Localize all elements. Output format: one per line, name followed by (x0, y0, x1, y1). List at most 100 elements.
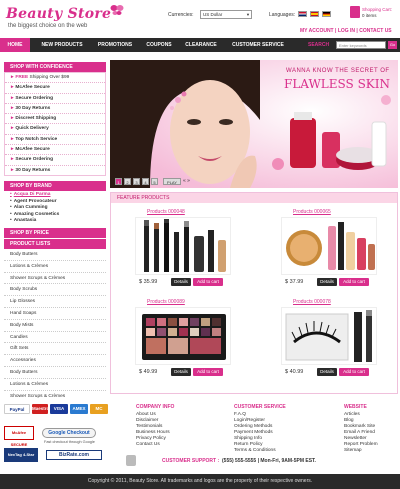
confidence-item: ▸ Top Notch Service (5, 135, 105, 146)
product-list-link[interactable]: Shower Scrups & Crèmes (4, 273, 106, 285)
chevron-down-icon: ▼ (246, 12, 250, 17)
details-button[interactable]: Details (317, 278, 337, 286)
payment-methods: PayPal Maestro VISA AMEX MC (4, 404, 108, 418)
hero-banner[interactable]: WANNA KNOW THE SECRET OF FLAWLESS SKIN (110, 60, 398, 188)
footer-link[interactable]: Business Hours (136, 430, 170, 435)
footer-link[interactable]: Report Problem (344, 442, 378, 447)
flag-de-icon[interactable] (322, 11, 331, 17)
product-image[interactable] (281, 307, 377, 365)
nav-clearance[interactable]: CLEARANCE (180, 38, 222, 52)
mcafee-badge[interactable]: McAfee SECURE (4, 426, 34, 447)
product-lists: Body Butters Lotions & Crèmes Shower Scr… (4, 249, 106, 399)
product-name[interactable]: Products 000048 (147, 209, 185, 215)
shopping-bag-icon (350, 6, 360, 18)
product-list-link[interactable]: Body Butters (4, 249, 106, 261)
details-button[interactable]: Details (171, 278, 191, 286)
footer-link[interactable]: Login/Register (234, 418, 265, 423)
confidence-item: ▸ 30 Day Returns (11, 167, 51, 173)
footer-link[interactable]: Payment Methods (234, 430, 273, 435)
details-button[interactable]: Details (171, 368, 191, 376)
footer-link[interactable]: Blog (344, 418, 354, 423)
search-input[interactable]: Enter keywords (336, 41, 386, 49)
footer-link[interactable]: F.A.Q (234, 412, 246, 417)
footer-link[interactable]: Shipping Info (234, 436, 262, 441)
contact-us-link[interactable]: CONTACT US (359, 28, 391, 34)
logo-text: Beauty Store (6, 6, 112, 22)
footer-link[interactable]: About Us (136, 412, 156, 417)
search-go-button[interactable]: Go (388, 41, 397, 49)
logo-tagline: the biggest choice on the web (8, 23, 88, 29)
product-name[interactable]: Products 000089 (147, 299, 185, 305)
banner-page-2[interactable]: 2 (124, 178, 131, 185)
account-links: MY ACCOUNT | LOG IN | CONTACT US (300, 28, 392, 34)
nextag-badge[interactable]: NexTag 4-Star Seller (4, 448, 38, 471)
product-card: Products 000048 $ 35.99 Details Add to c… (115, 209, 249, 297)
currency-select[interactable]: US Dollar ▼ (200, 10, 252, 19)
footer-link[interactable]: Articles (344, 412, 360, 417)
flag-es-icon[interactable] (310, 11, 319, 17)
product-list-link[interactable]: Gift Sets (4, 343, 106, 356)
product-image[interactable] (135, 217, 231, 275)
product-lists-heading: PRODUCT LISTS (4, 239, 106, 249)
footer-link[interactable]: Newsletter (344, 436, 367, 441)
brand-link[interactable]: • Anastasia (4, 218, 106, 225)
product-list-link[interactable]: Lip Glosses (4, 296, 106, 308)
add-to-cart-button[interactable]: Add to cart (193, 368, 223, 376)
nav-customer-service[interactable]: CUSTOMER SERVICE (226, 38, 290, 52)
nav-promotions[interactable]: PROMOTIONS (92, 38, 138, 52)
add-to-cart-button[interactable]: Add to cart (339, 368, 369, 376)
banner-page-5[interactable]: 5 (151, 178, 158, 185)
flag-en-icon[interactable] (298, 11, 307, 17)
shopping-cart[interactable]: Shopping Cart: 0 items (350, 5, 396, 21)
nav-new-products[interactable]: NEW PRODUCTS (36, 38, 88, 52)
cart-count: 0 items (362, 13, 377, 18)
product-image[interactable] (135, 307, 231, 365)
product-list-link[interactable]: Accessories (4, 355, 106, 367)
footer-link[interactable]: Disclaimer (136, 418, 158, 423)
confidence-item: ▸ FREE Shipping Over $99 (5, 73, 105, 84)
nav-home[interactable]: HOME (0, 38, 30, 52)
product-list-link[interactable]: Body Mists (4, 320, 106, 332)
footer-link[interactable]: Contact Us (136, 442, 160, 447)
banner-headline: FLAWLESS SKIN (284, 77, 391, 91)
store-logo[interactable]: Beauty Store the biggest choice on the w… (6, 5, 126, 36)
footer-link[interactable]: Privacy Policy (136, 436, 166, 441)
product-image[interactable] (281, 217, 377, 275)
product-list-link[interactable]: Hand Soaps (4, 308, 106, 320)
bizrate-badge[interactable]: BizRate.com (46, 450, 102, 460)
add-to-cart-button[interactable]: Add to cart (339, 278, 369, 286)
currencies-label: Currencies: (168, 12, 194, 18)
footer-link[interactable]: Return Policy (234, 442, 263, 447)
footer-link[interactable]: Terms & Conditions (234, 448, 276, 453)
shop-by-price-heading[interactable]: SHOP BY PRICE (4, 228, 106, 238)
footer-link[interactable]: Bookmark Site (344, 424, 375, 429)
product-list-link[interactable]: Body Butters (4, 367, 106, 379)
login-link[interactable]: LOG IN (338, 28, 355, 34)
product-list-link[interactable]: Lotions & Crèmes (4, 379, 106, 391)
product-card: Products 000089 $ 49.99 Details Add to c… (115, 299, 249, 387)
details-button[interactable]: Details (317, 368, 337, 376)
banner-play-button[interactable]: PLAY (163, 178, 181, 185)
product-list-link[interactable]: Shower Scrups & Crèmes (4, 391, 106, 403)
footer-link[interactable]: Testimonials (136, 424, 162, 429)
add-to-cart-button[interactable]: Add to cart (193, 278, 223, 286)
phone-icon (126, 455, 136, 466)
product-price: $ 49.99 (139, 369, 158, 375)
banner-page-1[interactable]: 1 (115, 178, 122, 185)
banner-page-4[interactable]: 4 (142, 178, 149, 185)
footer-link[interactable]: Ordering Methods (234, 424, 272, 429)
footer-link[interactable]: Email A Friend (344, 430, 375, 435)
product-list-link[interactable]: Body Scrubs (4, 284, 106, 297)
my-account-link[interactable]: MY ACCOUNT (300, 28, 334, 34)
google-checkout-badge[interactable]: Google Checkout (42, 428, 96, 438)
product-list-link[interactable]: Candles (4, 332, 106, 344)
banner-page-3[interactable]: 3 (133, 178, 140, 185)
nav-coupons[interactable]: COUPONS (142, 38, 176, 52)
product-name[interactable]: Products 000078 (293, 299, 331, 305)
product-name[interactable]: Products 000065 (293, 209, 331, 215)
footer-link[interactable]: Sitemap (344, 448, 362, 453)
product-list-link[interactable]: Lotions & Crèmes (4, 261, 106, 273)
paypal-icon: PayPal (4, 404, 30, 414)
cart-title: Shopping Cart: (362, 7, 393, 12)
banner-arrows[interactable]: « » (183, 178, 190, 184)
